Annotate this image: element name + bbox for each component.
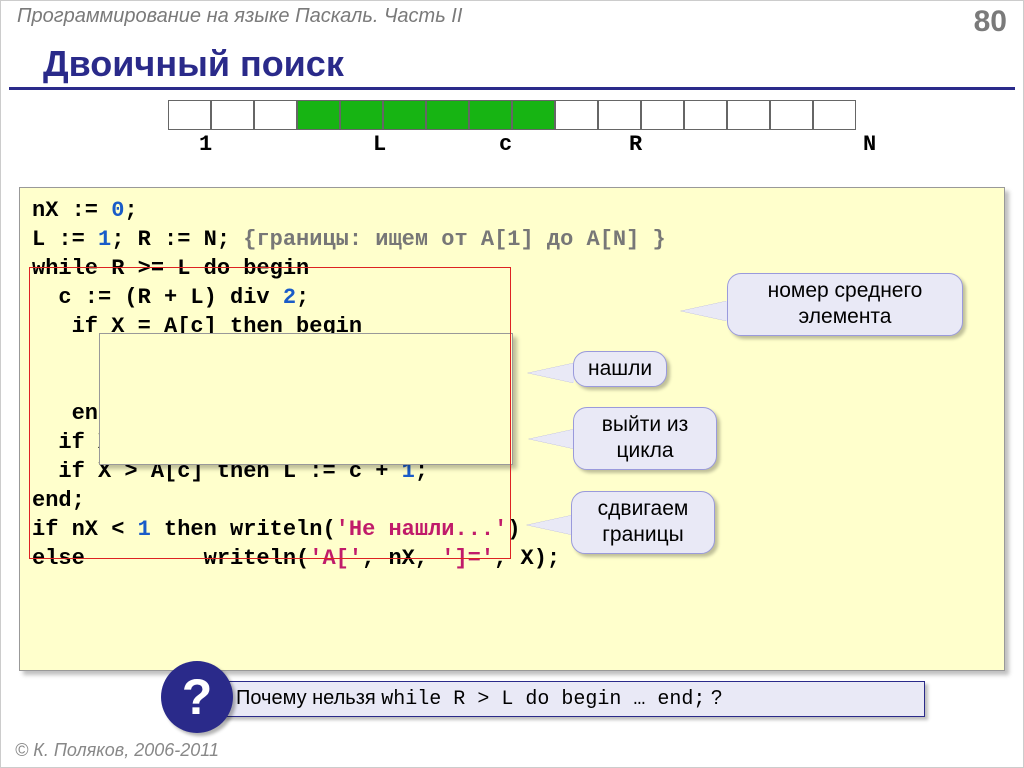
label-c: c [499,132,512,157]
callout-tail [527,515,573,535]
array-cell [426,100,469,130]
slide-header: Программирование на языке Паскаль. Часть… [1,1,1023,39]
question-bar: Почему нельзя while R > L do begin … end… [175,681,925,717]
page-number: 80 [974,5,1007,39]
label-1: 1 [199,132,212,157]
array-cell [168,100,211,130]
label-R: R [629,132,642,157]
array-cell [469,100,512,130]
array-labels: 1 L c R N [1,132,1023,160]
callout-found: нашли [573,351,667,387]
array-cell [727,100,770,130]
callout-tail [528,363,574,383]
callout-tail [681,301,727,321]
array-cell [813,100,856,130]
array-cell [254,100,297,130]
label-L: L [373,132,386,157]
code-text: nX := 0; L := 1; R := N; {границы: ищем … [20,188,1004,581]
copyright-footer: © К. Поляков, 2006-2011 [15,740,219,761]
array-cell [684,100,727,130]
array-cell [211,100,254,130]
question-mark-icon: ? [161,661,233,733]
array-cell [641,100,684,130]
callout-tail [529,429,575,449]
callout-middle-index: номер среднегоэлемента [727,273,963,336]
array-cell [383,100,426,130]
array-cell [555,100,598,130]
array-visualization [1,100,1023,130]
code-block: nX := 0; L := 1; R := N; {границы: ищем … [19,187,1005,671]
array-cell [512,100,555,130]
callout-shift-bounds: сдвигаемграницы [571,491,715,554]
array-cell [297,100,340,130]
array-cell [340,100,383,130]
array-cell [598,100,641,130]
array-cell [770,100,813,130]
label-N: N [863,132,876,157]
question-text: Почему нельзя while R > L do begin … end… [236,687,722,711]
breadcrumb: Программирование на языке Паскаль. Часть… [17,5,462,28]
page-title: Двоичный поиск [9,39,1015,90]
callout-exit-loop: выйти изцикла [573,407,717,470]
